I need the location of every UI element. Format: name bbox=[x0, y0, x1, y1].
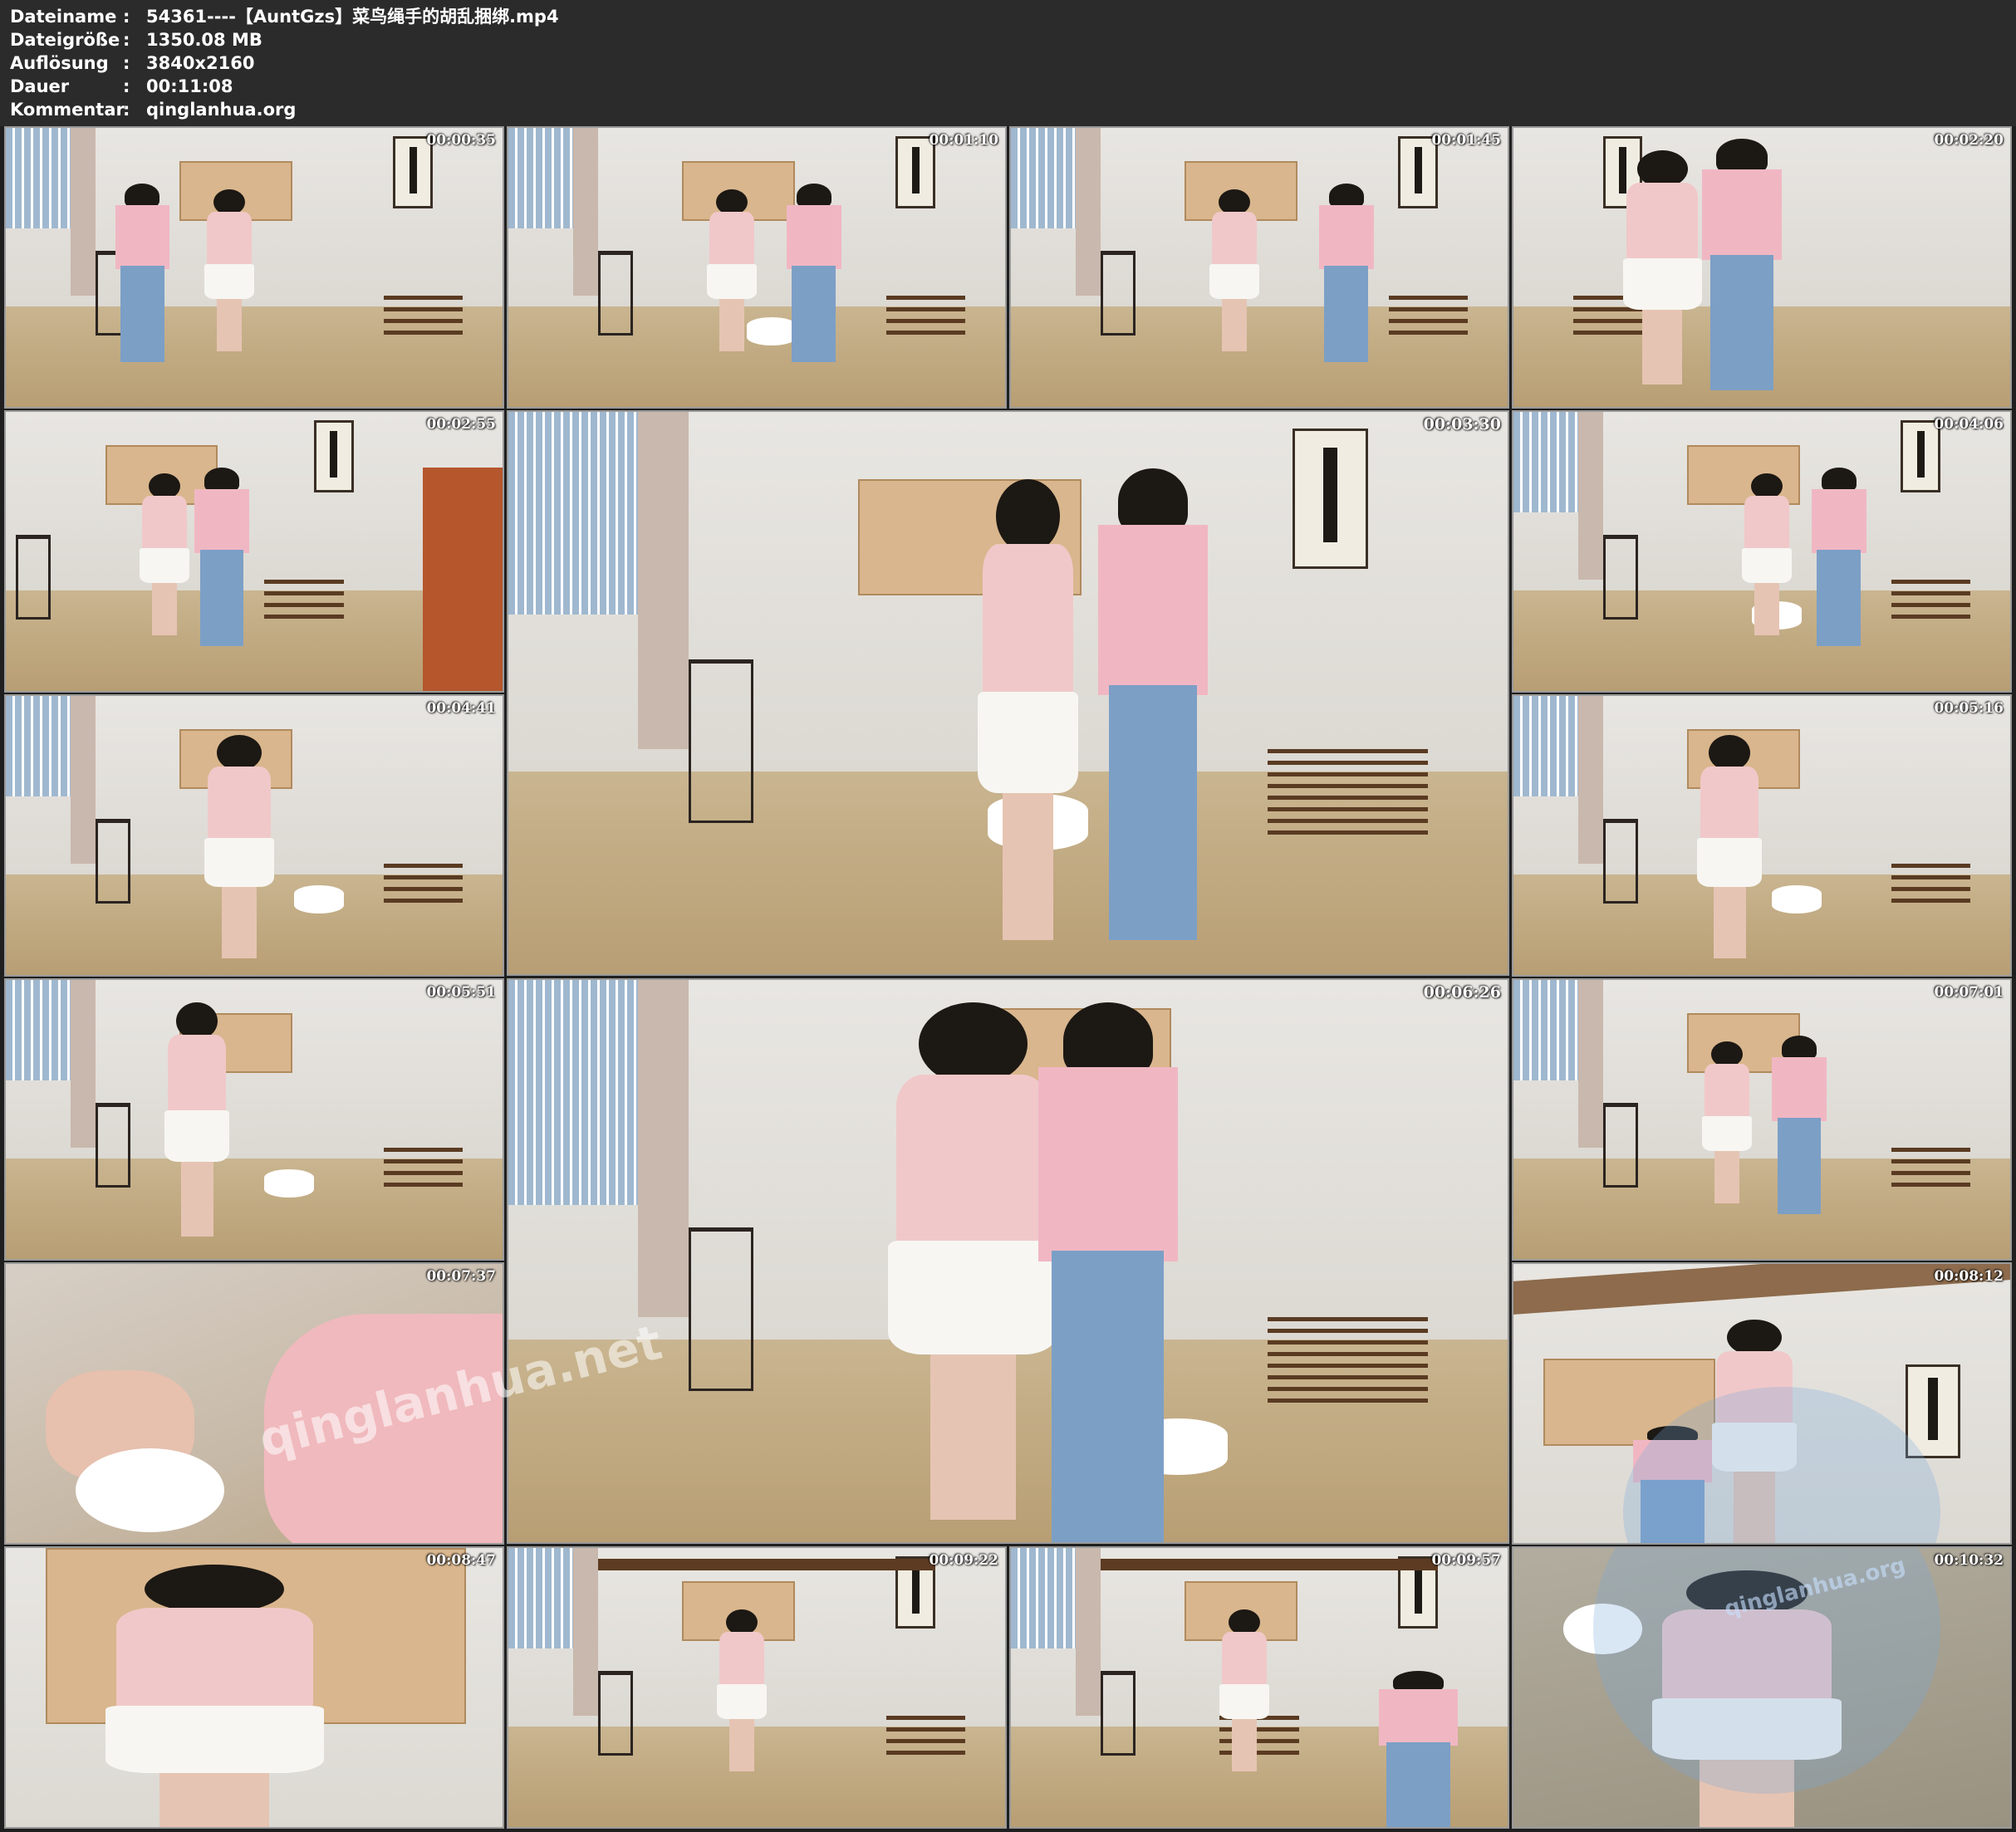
thumbnail-18[interactable]: qinglanhua.org 00:10:32 bbox=[1512, 1546, 2012, 1829]
comment-separator: : bbox=[123, 100, 130, 120]
timestamp-label: 00:02:55 bbox=[426, 416, 496, 433]
timestamp-label: 00:02:20 bbox=[1934, 132, 2004, 149]
timestamp-label: 00:05:16 bbox=[1934, 700, 2004, 717]
stool bbox=[75, 1447, 225, 1532]
thumbnail-6[interactable]: 00:03:30 bbox=[507, 410, 1509, 976]
timestamp-label: 00:08:47 bbox=[426, 1552, 496, 1569]
timestamp-label: 00:08:12 bbox=[1934, 1268, 2004, 1285]
filename-label: Dateiname bbox=[10, 7, 117, 27]
person-b bbox=[115, 184, 170, 363]
timestamp-label: 00:04:06 bbox=[1934, 416, 2004, 433]
thumbnail-1[interactable]: 00:00:35 bbox=[4, 126, 504, 409]
timestamp-label: 00:07:37 bbox=[426, 1268, 496, 1285]
person-b bbox=[1037, 1002, 1178, 1542]
person-a bbox=[164, 1002, 230, 1237]
person-a bbox=[978, 479, 1078, 941]
thumbnail-15[interactable]: 00:08:47 bbox=[4, 1546, 504, 1829]
filename-value: 54361----【AuntGzs】菜鸟绳手的胡乱捆绑.mp4 bbox=[146, 7, 559, 27]
duration-value: 00:11:08 bbox=[146, 76, 233, 96]
resolution-value: 3840x2160 bbox=[146, 53, 255, 73]
person-a bbox=[105, 1565, 324, 1827]
person-a bbox=[707, 189, 757, 351]
comment-label: Kommentar bbox=[10, 100, 125, 120]
timestamp-label: 00:01:45 bbox=[1431, 132, 1501, 149]
resolution-row: Auflösung:3840x2160 bbox=[10, 51, 254, 75]
person-a bbox=[717, 1609, 767, 1771]
person-b bbox=[194, 468, 249, 647]
timestamp-label: 00:07:01 bbox=[1934, 984, 2004, 1001]
timestamp-label: 00:04:41 bbox=[426, 700, 496, 717]
filename-row: Dateiname:54361----【AuntGzs】菜鸟绳手的胡乱捆绑.mp… bbox=[10, 5, 559, 28]
thumbnail-2[interactable]: 00:01:10 bbox=[507, 126, 1007, 409]
thumbnail-17[interactable]: 00:09:57 bbox=[1009, 1546, 1509, 1829]
thumbnail-4[interactable]: 00:02:20 bbox=[1512, 126, 2012, 409]
comment-value: qinglanhua.org bbox=[146, 100, 297, 120]
person-a bbox=[204, 189, 254, 351]
timestamp-label: 00:09:22 bbox=[929, 1552, 998, 1569]
filesize-label: Dateigröße bbox=[10, 30, 120, 50]
thumbnail-14[interactable]: 00:08:12 bbox=[1512, 1262, 2012, 1545]
filename-separator: : bbox=[123, 7, 130, 27]
person-b bbox=[1702, 139, 1782, 390]
file-info-header: Dateiname:54361----【AuntGzs】菜鸟绳手的胡乱捆绑.mp… bbox=[0, 0, 2016, 126]
duration-row: Dauer:00:11:08 bbox=[10, 75, 233, 98]
thumbnail-8[interactable]: 00:04:41 bbox=[4, 694, 504, 977]
person-a bbox=[1209, 189, 1259, 351]
person-a bbox=[204, 735, 274, 958]
timestamp-label: 00:09:57 bbox=[1431, 1552, 1501, 1569]
filesize-row: Dateigröße:1350.08 MB bbox=[10, 28, 262, 51]
duration-label: Dauer bbox=[10, 76, 70, 96]
timestamp-label: 00:10:32 bbox=[1934, 1552, 2004, 1569]
person-a bbox=[140, 473, 190, 635]
comment-row: Kommentar: qinglanhua.org bbox=[10, 98, 296, 121]
thumbnail-12[interactable]: 00:07:01 bbox=[1512, 978, 2012, 1261]
door bbox=[423, 468, 503, 691]
timestamp-label: 00:06:26 bbox=[1423, 983, 1501, 1002]
person-b bbox=[1097, 468, 1209, 941]
person-a bbox=[1697, 735, 1762, 958]
thumbnail-16[interactable]: 00:09:22 bbox=[507, 1546, 1007, 1829]
filesize-value: 1350.08 MB bbox=[146, 30, 262, 50]
resolution-separator: : bbox=[123, 53, 130, 73]
thumbnail-9[interactable]: 00:05:16 bbox=[1512, 694, 2012, 977]
person-a bbox=[888, 1002, 1058, 1520]
thumbnail-10[interactable]: 00:05:51 bbox=[4, 978, 504, 1261]
person-b bbox=[786, 184, 841, 363]
person-b bbox=[1811, 468, 1866, 647]
thumbnail-3[interactable]: 00:01:45 bbox=[1009, 126, 1509, 409]
thumbnail-7[interactable]: 00:04:06 bbox=[1512, 410, 2012, 693]
timestamp-label: 00:00:35 bbox=[426, 132, 496, 149]
timestamp-label: 00:03:30 bbox=[1423, 415, 1501, 434]
person-b bbox=[1771, 1036, 1827, 1215]
thumbnail-5[interactable]: 00:02:55 bbox=[4, 410, 504, 693]
person-b bbox=[1318, 184, 1374, 363]
timestamp-label: 00:01:10 bbox=[929, 132, 998, 149]
timestamp-label: 00:05:51 bbox=[426, 984, 496, 1001]
filesize-separator: : bbox=[123, 30, 130, 50]
duration-separator: : bbox=[123, 76, 130, 96]
person-a bbox=[1622, 149, 1703, 385]
resolution-label: Auflösung bbox=[10, 53, 109, 73]
person-a bbox=[1742, 473, 1792, 635]
thumbnail-11[interactable]: 00:06:26 bbox=[507, 978, 1509, 1544]
person-a bbox=[1702, 1041, 1753, 1203]
person-a bbox=[1219, 1609, 1269, 1771]
person-b bbox=[1378, 1670, 1459, 1827]
